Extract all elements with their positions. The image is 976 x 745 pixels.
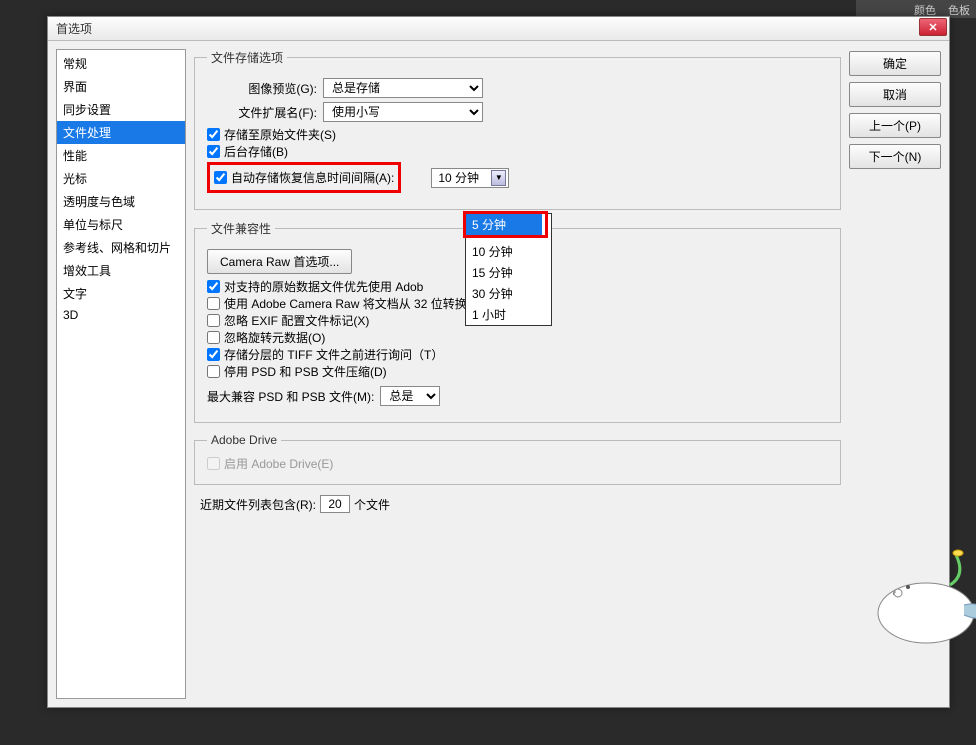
cancel-button[interactable]: 取消 xyxy=(849,82,941,107)
auto-save-input[interactable] xyxy=(214,171,227,184)
camera-raw-prefs-button[interactable]: Camera Raw 首选项... xyxy=(207,249,352,274)
disable-compression-checkbox[interactable]: 停用 PSD 和 PSB 文件压缩(D) xyxy=(207,363,828,380)
dropdown-highlight: 5 分钟 xyxy=(463,211,548,238)
enable-drive-input xyxy=(207,457,220,470)
group-file-storage: 文件存储选项 图像预览(G): 总是存储 文件扩展名(F): 使用小写 xyxy=(194,49,841,210)
sidebar-item[interactable]: 光标 xyxy=(57,167,185,190)
dropdown-option[interactable]: 30 分钟 xyxy=(466,283,551,304)
sidebar-item[interactable]: 单位与标尺 xyxy=(57,213,185,236)
recent-files-input[interactable] xyxy=(320,495,350,513)
sidebar-item[interactable]: 3D xyxy=(57,305,185,325)
auto-save-highlight: 自动存储恢复信息时间间隔(A): xyxy=(207,162,401,193)
mascot-illustration xyxy=(866,545,976,645)
dropdown-option[interactable]: 5 分钟 xyxy=(466,214,542,235)
enable-drive-checkbox: 启用 Adobe Drive(E) xyxy=(207,455,828,472)
ask-tiff-input[interactable] xyxy=(207,348,220,361)
dialog-titlebar[interactable]: 首选项 ✕ xyxy=(48,17,949,41)
prev-button[interactable]: 上一个(P) xyxy=(849,113,941,138)
recent-files-row: 近期文件列表包含(R): 个文件 xyxy=(194,495,841,513)
category-sidebar: 常规界面同步设置文件处理性能光标透明度与色域单位与标尺参考线、网格和切片增效工具… xyxy=(56,49,186,699)
image-preview-label: 图像预览(G): xyxy=(207,80,317,97)
max-compat-select[interactable]: 总是 xyxy=(380,386,440,406)
use-32bit-input[interactable] xyxy=(207,297,220,310)
sidebar-item[interactable]: 同步设置 xyxy=(57,98,185,121)
next-button[interactable]: 下一个(N) xyxy=(849,144,941,169)
dropdown-option[interactable]: 15 分钟 xyxy=(466,262,551,283)
dropdown-option[interactable]: 1 小时 xyxy=(466,304,551,325)
sidebar-item[interactable]: 常规 xyxy=(57,52,185,75)
preferences-dialog: 首选项 ✕ 常规界面同步设置文件处理性能光标透明度与色域单位与标尺参考线、网格和… xyxy=(47,16,950,708)
recent-files-suffix: 个文件 xyxy=(354,496,390,513)
dropdown-option[interactable]: 10 分钟 xyxy=(466,241,551,262)
sidebar-item[interactable]: 透明度与色域 xyxy=(57,190,185,213)
recent-files-label: 近期文件列表包含(R): xyxy=(200,496,316,513)
image-preview-select[interactable]: 总是存储 xyxy=(323,78,483,98)
background-save-checkbox[interactable]: 后台存储(B) xyxy=(207,143,828,160)
dialog-close-button[interactable]: ✕ xyxy=(919,18,947,36)
dropdown-arrow-icon: ▼ xyxy=(491,170,506,186)
prefer-raw-input[interactable] xyxy=(207,280,220,293)
file-extension-select[interactable]: 使用小写 xyxy=(323,102,483,122)
background-save-input[interactable] xyxy=(207,145,220,158)
sidebar-item[interactable]: 文字 xyxy=(57,282,185,305)
ask-tiff-checkbox[interactable]: 存储分层的 TIFF 文件之前进行询问（T） xyxy=(207,346,828,363)
group-file-storage-legend: 文件存储选项 xyxy=(207,49,287,66)
group-adobe-drive-legend: Adobe Drive xyxy=(207,433,281,447)
ok-button[interactable]: 确定 xyxy=(849,51,941,76)
sidebar-item[interactable]: 参考线、网格和切片 xyxy=(57,236,185,259)
dialog-title: 首选项 xyxy=(52,20,92,37)
save-original-folder-input[interactable] xyxy=(207,128,220,141)
disable-compression-input[interactable] xyxy=(207,365,220,378)
ignore-rotation-checkbox[interactable]: 忽略旋转元数据(O) xyxy=(207,329,828,346)
auto-save-interval-select[interactable]: 10 分钟 ▼ xyxy=(431,168,509,188)
sidebar-item[interactable]: 界面 xyxy=(57,75,185,98)
sidebar-item[interactable]: 文件处理 xyxy=(57,121,185,144)
max-compat-label: 最大兼容 PSD 和 PSB 文件(M): xyxy=(207,388,374,405)
ignore-exif-input[interactable] xyxy=(207,314,220,327)
sidebar-item[interactable]: 性能 xyxy=(57,144,185,167)
group-file-compat-legend: 文件兼容性 xyxy=(207,220,275,237)
sidebar-item[interactable]: 增效工具 xyxy=(57,259,185,282)
file-extension-label: 文件扩展名(F): xyxy=(207,104,317,121)
group-adobe-drive: Adobe Drive 启用 Adobe Drive(E) xyxy=(194,433,841,485)
ignore-rotation-input[interactable] xyxy=(207,331,220,344)
auto-save-interval-dropdown[interactable]: 5 分钟 10 分钟 15 分钟 30 分钟 1 小时 xyxy=(465,213,552,326)
save-original-folder-checkbox[interactable]: 存储至原始文件夹(S) xyxy=(207,126,828,143)
auto-save-checkbox[interactable]: 自动存储恢复信息时间间隔(A): xyxy=(212,165,396,190)
